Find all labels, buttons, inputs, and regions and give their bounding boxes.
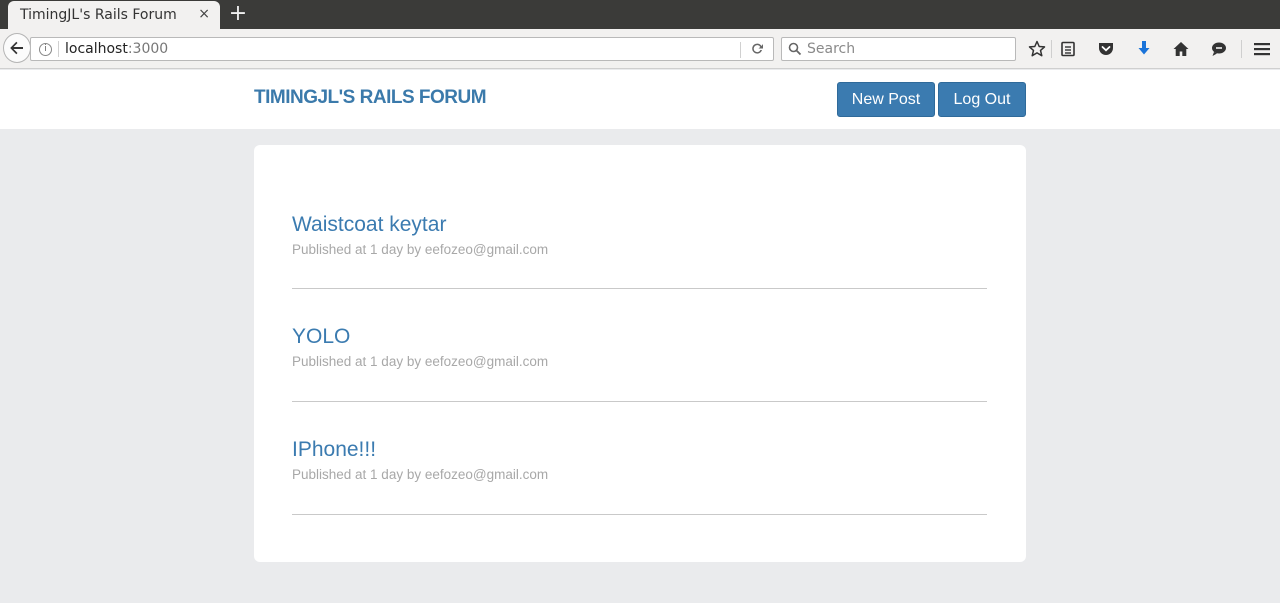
url-host: localhost <box>65 41 128 57</box>
toolbar-separator <box>1051 40 1052 58</box>
post-title[interactable]: YOLO <box>292 325 987 349</box>
site-header: TIMINGJL'S RAILS FORUM New Post Log Out <box>0 70 1280 129</box>
browser-toolbar: i localhost:3000 Search <box>0 29 1280 69</box>
browser-tab[interactable]: TimingJL's Rails Forum × <box>8 1 220 29</box>
chat-icon[interactable] <box>1210 40 1228 58</box>
tab-close-icon[interactable]: × <box>198 6 210 22</box>
log-out-button[interactable]: Log Out <box>938 82 1026 117</box>
download-icon[interactable] <box>1135 40 1153 58</box>
post-item: IPhone!!! Published at 1 day by eefozeo@… <box>292 438 987 515</box>
reload-separator <box>740 42 741 58</box>
back-button[interactable] <box>3 33 31 63</box>
browser-tab-bar: TimingJL's Rails Forum × + <box>0 0 1280 29</box>
reading-list-icon[interactable] <box>1059 40 1077 58</box>
new-tab-button[interactable]: + <box>228 2 248 26</box>
post-item: YOLO Published at 1 day by eefozeo@gmail… <box>292 325 987 402</box>
search-placeholder: Search <box>807 41 856 57</box>
posts-card: Waistcoat keytar Published at 1 day by e… <box>254 145 1026 562</box>
post-title[interactable]: IPhone!!! <box>292 438 987 462</box>
post-meta: Published at 1 day by eefozeo@gmail.com <box>292 242 549 257</box>
search-bar[interactable]: Search <box>781 37 1016 61</box>
info-icon[interactable]: i <box>39 42 52 56</box>
post-meta: Published at 1 day by eefozeo@gmail.com <box>292 467 549 482</box>
url-port: :3000 <box>127 41 169 57</box>
tab-title: TimingJL's Rails Forum <box>20 7 177 23</box>
post-item: Waistcoat keytar Published at 1 day by e… <box>292 213 987 289</box>
site-brand[interactable]: TIMINGJL'S RAILS FORUM <box>254 87 487 109</box>
post-meta: Published at 1 day by eefozeo@gmail.com <box>292 354 549 369</box>
bookmark-star-icon[interactable] <box>1028 40 1046 58</box>
search-icon <box>788 42 802 56</box>
reload-icon[interactable] <box>749 41 765 57</box>
url-bar[interactable]: i localhost:3000 <box>30 37 774 61</box>
new-post-button[interactable]: New Post <box>837 82 935 117</box>
home-icon[interactable] <box>1172 40 1190 58</box>
back-arrow-icon <box>10 41 23 55</box>
post-title[interactable]: Waistcoat keytar <box>292 213 987 237</box>
toolbar-separator <box>1241 40 1242 58</box>
menu-icon[interactable] <box>1253 40 1271 58</box>
pocket-icon[interactable] <box>1097 40 1115 58</box>
url-text: localhost:3000 <box>65 41 168 57</box>
url-separator <box>58 41 59 57</box>
